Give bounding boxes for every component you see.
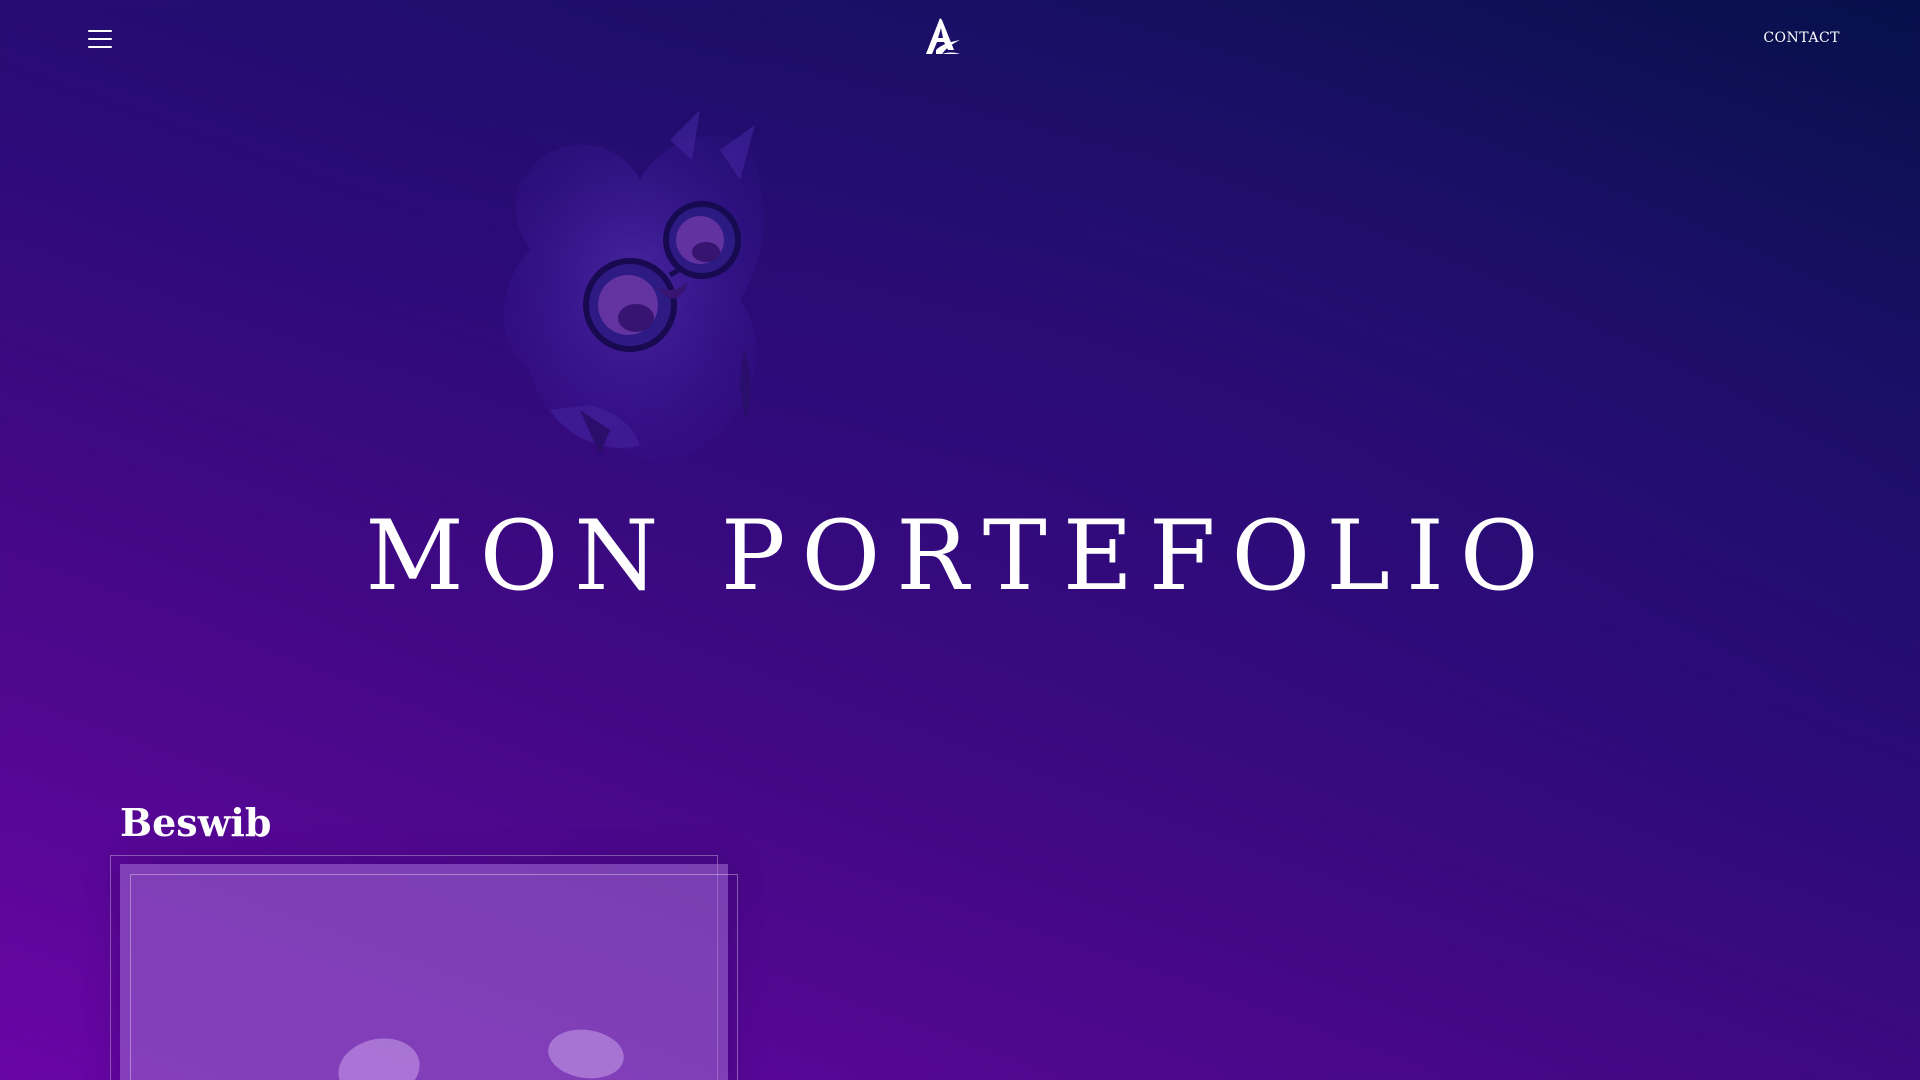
contact-link[interactable]: CONTACT bbox=[1763, 30, 1840, 46]
page-title: MON PORTEFOLIO bbox=[365, 500, 1555, 612]
card-frame-front bbox=[130, 874, 738, 1080]
project-title[interactable]: Beswib bbox=[120, 800, 271, 845]
brand-logo-icon[interactable] bbox=[922, 16, 962, 58]
project-card[interactable] bbox=[110, 855, 738, 1080]
top-navigation: CONTACT bbox=[0, 0, 1920, 80]
owl-with-glasses-illustration bbox=[503, 110, 764, 463]
hamburger-menu-icon[interactable] bbox=[84, 26, 116, 52]
